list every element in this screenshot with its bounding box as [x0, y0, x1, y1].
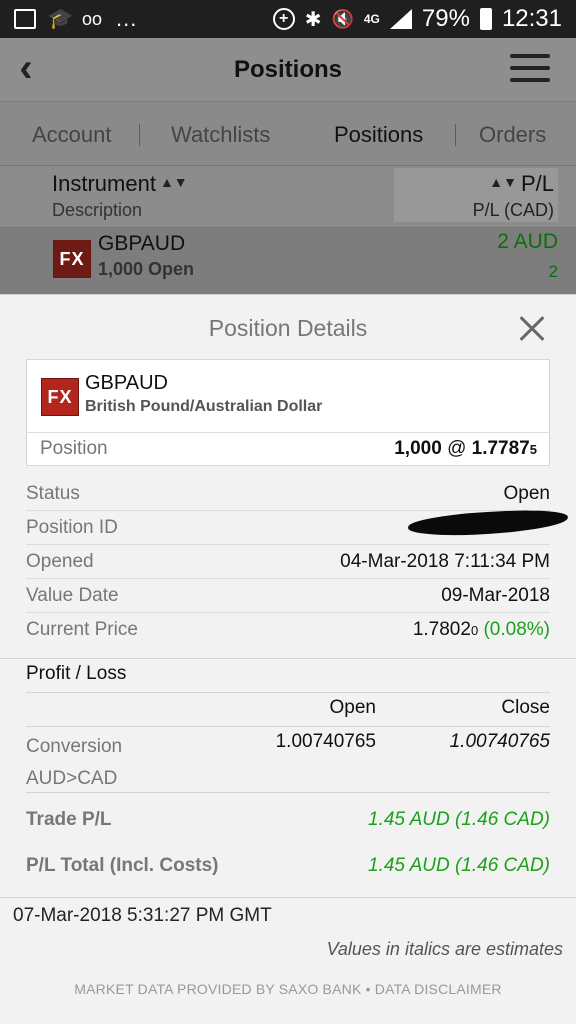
battery-icon [479, 8, 492, 30]
divider [0, 897, 576, 898]
position-label: Position [40, 438, 108, 459]
school-icon: 🎓 [48, 8, 73, 30]
tab-orders[interactable]: Orders [479, 122, 546, 148]
position-symbol: GBPAUD [98, 232, 186, 255]
instrument-card: FX GBPAUD British Pound/Australian Dolla… [26, 359, 550, 466]
divider [0, 658, 576, 659]
status-label: Status [26, 483, 80, 504]
instrument-description: British Pound/Australian Dollar [85, 398, 323, 415]
instrument-label: Instrument [52, 171, 156, 196]
page-title: Positions [233, 56, 342, 83]
current-price-pip: 0 [470, 623, 479, 638]
position-id-label: Position ID [26, 517, 118, 538]
conversion-pair: AUD>CAD [26, 768, 118, 789]
timestamp: 07-Mar-2018 5:31:27 PM GMT [13, 905, 272, 926]
status-value: Open [503, 483, 550, 504]
divider [26, 726, 550, 727]
divider [26, 792, 550, 793]
position-row[interactable]: FX GBPAUD 1,000 Open 2 AUD 2 [0, 228, 576, 294]
conversion-title: Conversion [26, 736, 123, 757]
network-type: 4G [363, 12, 380, 26]
more-notifications: ... [116, 6, 138, 31]
current-price-label: Current Price [26, 619, 138, 640]
tab-divider [455, 124, 456, 146]
redacted-value [407, 507, 569, 539]
position-quantity: 1,000 [394, 438, 442, 459]
open-column-header: Open [329, 697, 376, 718]
pl-column-header[interactable]: ▲▼ P/L [485, 171, 554, 197]
fx-badge-icon: FX [53, 240, 91, 278]
battery-percent: 79% [421, 5, 470, 32]
bluetooth-icon: ✱ [304, 8, 322, 31]
conversion-open-value: 1.00740765 [275, 731, 376, 752]
data-saver-icon: + [272, 8, 295, 30]
opened-label: Opened [26, 551, 94, 572]
divider [27, 432, 549, 433]
mute-icon: 🔇 [331, 8, 354, 29]
current-price-change: (0.08%) [483, 619, 550, 640]
sort-icon: ▲▼ [159, 174, 188, 190]
pl-total-value: 1.45 AUD (1.46 CAD) [368, 855, 550, 876]
profit-loss-title: Profit / Loss [26, 663, 127, 684]
instrument-symbol: GBPAUD [85, 372, 168, 394]
position-value: 1,000 @ 1.77875 [394, 438, 537, 460]
opened-row: Opened 04-Mar-2018 7:11:34 PM [26, 545, 550, 579]
value-date-row: Value Date 09-Mar-2018 [26, 579, 550, 613]
sort-icon: ▲▼ [489, 174, 517, 190]
position-open-amount: 1,000 Open [98, 259, 195, 279]
close-icon[interactable] [518, 315, 546, 343]
divider [26, 692, 550, 693]
clock: 12:31 [501, 5, 562, 32]
signal-icon [389, 9, 412, 29]
current-price-row: Current Price 1.78020 (0.08%) [26, 613, 550, 647]
position-price: 1.7787 [471, 438, 530, 459]
positions-list-header: Instrument ▲▼ Description ▲▼ P/L P/L (CAD) [0, 166, 576, 228]
trade-pl-label: Trade P/L [26, 809, 112, 830]
position-pl: 2 AUD [497, 230, 558, 253]
value-date-label: Value Date [26, 585, 119, 606]
fx-badge-icon: FX [41, 378, 79, 416]
opened-value: 04-Mar-2018 7:11:34 PM [340, 551, 550, 572]
current-price: 1.7802 [412, 619, 471, 640]
tab-positions[interactable]: Positions [334, 122, 423, 148]
tab-bar: Account Watchlists Positions Orders [0, 102, 576, 166]
pl-total-label: P/L Total (Incl. Costs) [26, 855, 219, 876]
tab-watchlists[interactable]: Watchlists [171, 122, 270, 148]
pl-cad-column-header: P/L (CAD) [472, 200, 554, 220]
estimates-note: Values in italics are estimates [326, 939, 563, 959]
current-price-value: 1.78020 (0.08%) [413, 619, 550, 641]
position-pl-cad: 2 [548, 262, 558, 281]
trade-pl-value: 1.45 AUD (1.46 CAD) [368, 809, 550, 830]
position-details-sheet: Position Details FX GBPAUD British Pound… [0, 294, 576, 1024]
status-row: Status Open [26, 477, 550, 511]
position-price-pip: 5 [529, 442, 537, 457]
instrument-column-header[interactable]: Instrument ▲▼ [52, 171, 192, 197]
position-at: @ [447, 438, 467, 459]
status-bar: 🎓 oo ... + ✱ 🔇 4G 79% 12:31 [0, 0, 576, 38]
app-header: ‹ Positions [0, 38, 576, 102]
position-id-row: Position ID [26, 507, 569, 545]
hamburger-menu-icon[interactable] [510, 54, 550, 86]
voicemail-icon: oo [82, 9, 103, 29]
sheet-title: Position Details [208, 315, 368, 341]
conversion-label: Conversion AUD>CAD [26, 731, 122, 795]
value-date-value: 09-Mar-2018 [441, 585, 550, 606]
close-column-header: Close [501, 697, 550, 718]
conversion-close-value: 1.00740765 [449, 731, 550, 752]
pl-label: P/L [520, 171, 554, 196]
description-column-header: Description [52, 200, 143, 220]
tab-account[interactable]: Account [32, 122, 112, 148]
tab-divider [139, 124, 140, 146]
image-icon [14, 9, 36, 29]
data-disclaimer-link[interactable]: MARKET DATA PROVIDED BY SAXO BANK • DATA… [0, 981, 576, 997]
